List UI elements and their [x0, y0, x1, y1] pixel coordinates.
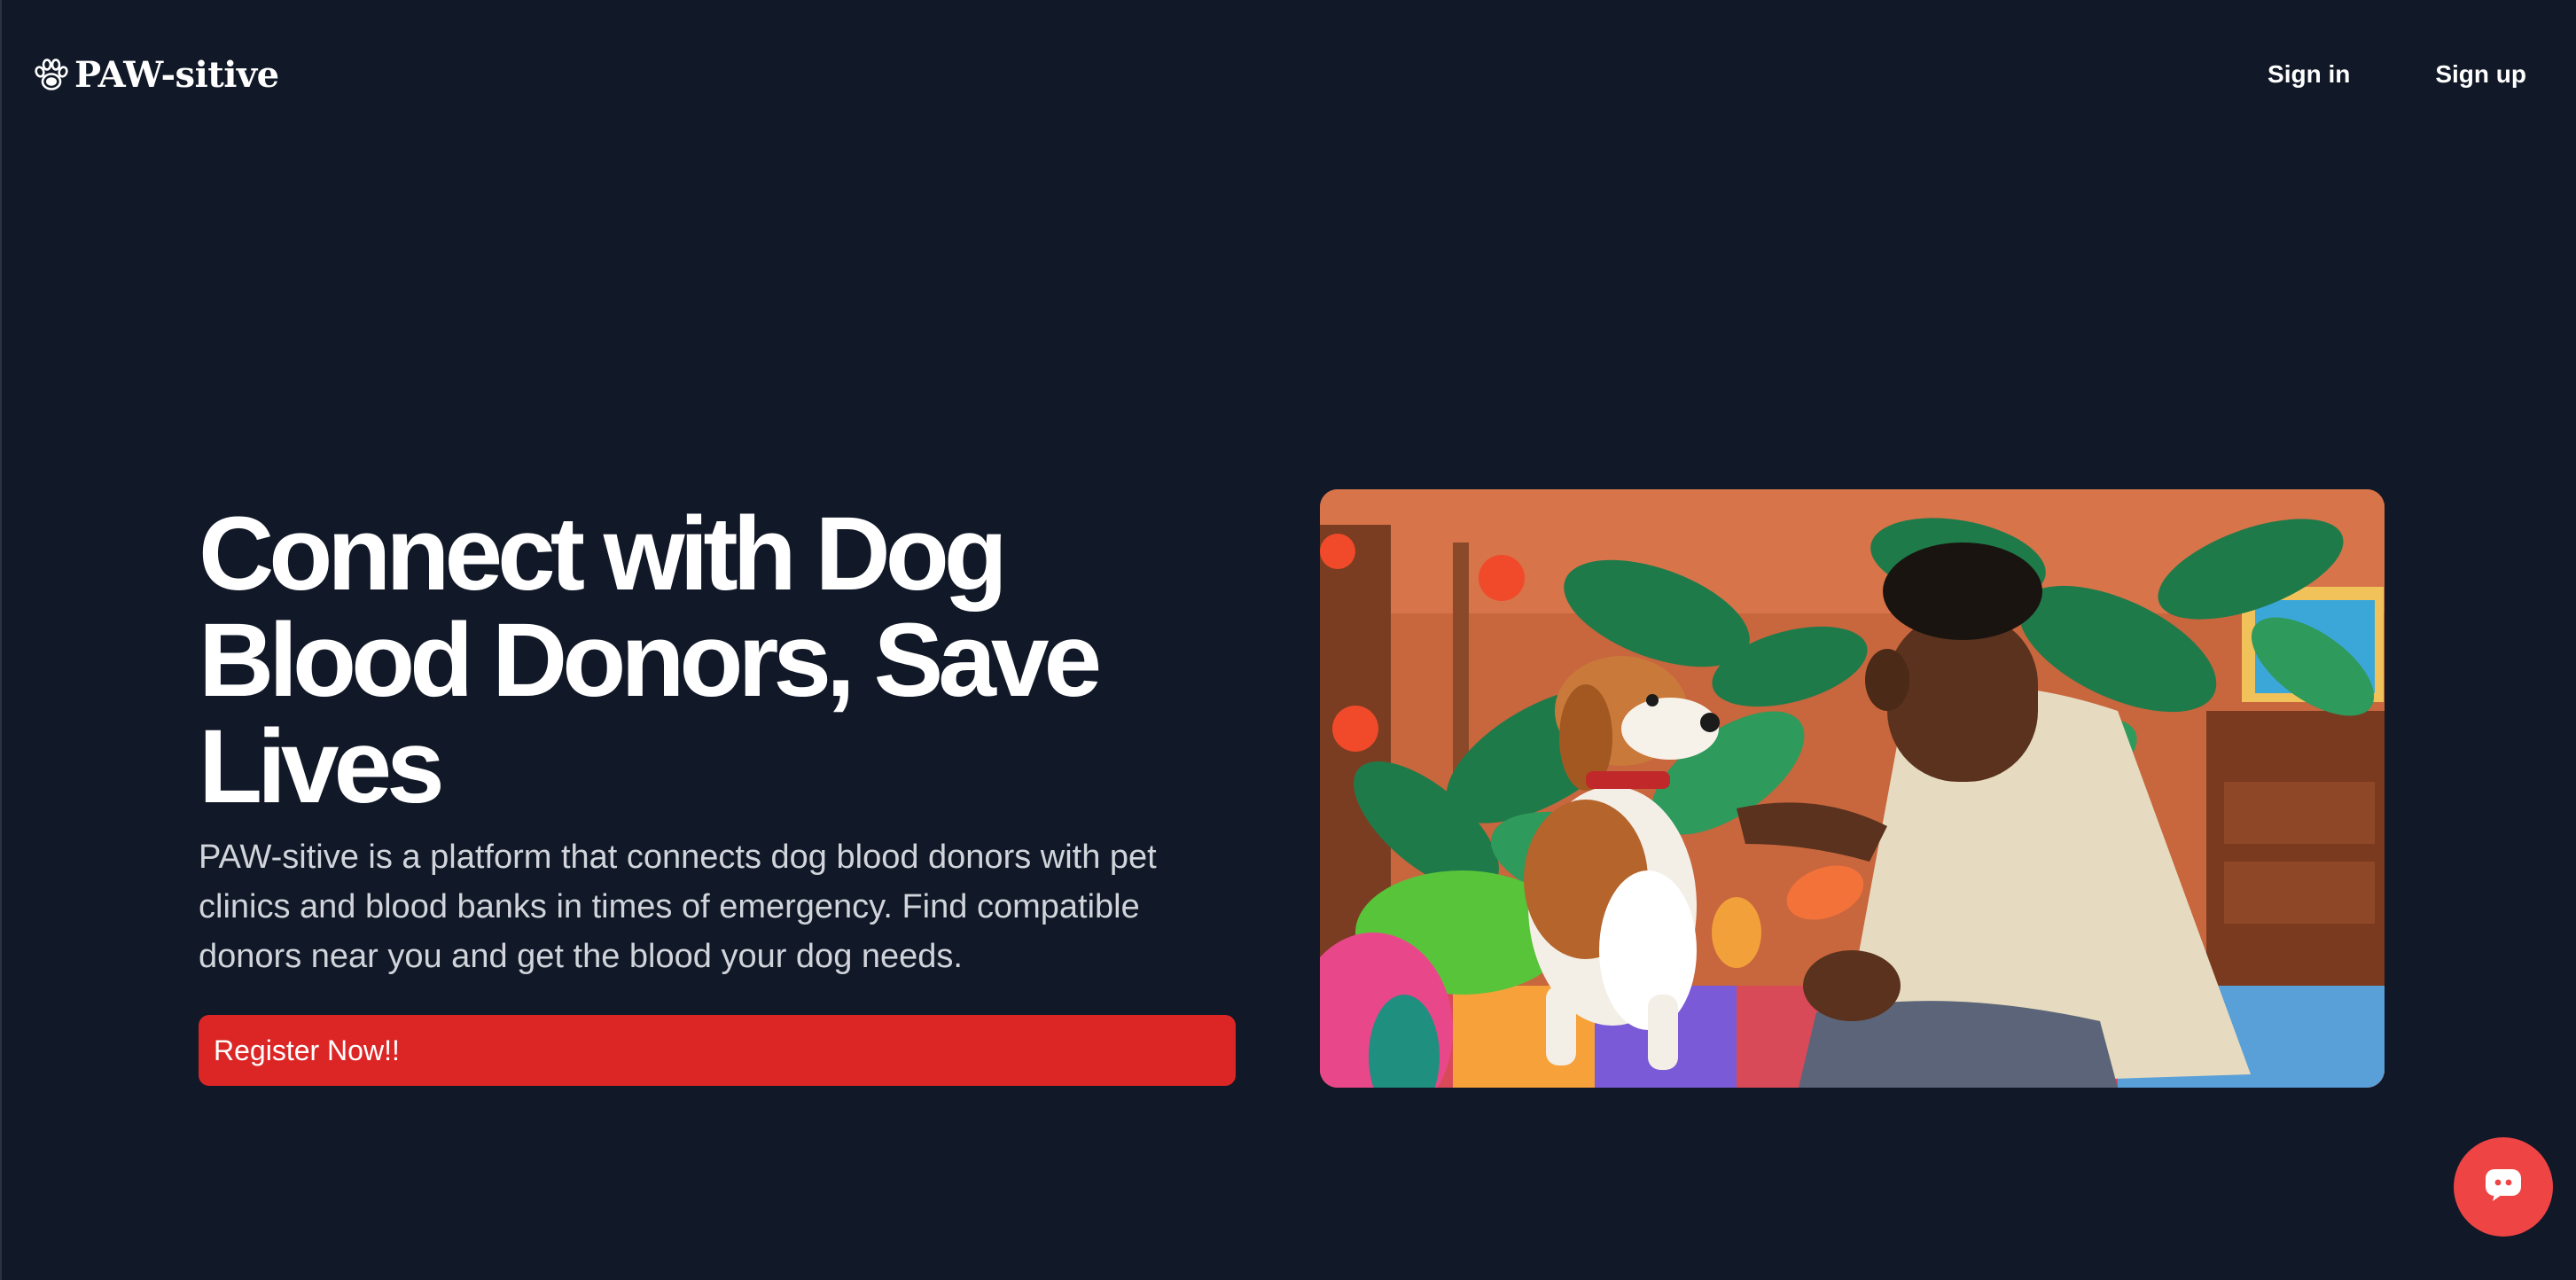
hero-text: Connect with Dog Blood Donors, Save Live… — [199, 501, 1236, 1086]
brand-name: PAW-sitive — [74, 53, 279, 96]
hero-description: PAW-sitive is a platform that connects d… — [199, 839, 1157, 975]
hero-title: Connect with Dog Blood Donors, Save Live… — [199, 496, 1102, 825]
site-header: PAW-sitive Sign in Sign up — [2, 0, 2576, 151]
sign-up-link[interactable]: Sign up — [2435, 55, 2526, 94]
sign-in-link[interactable]: Sign in — [2268, 55, 2350, 94]
dog-and-man-illustration — [1320, 489, 2385, 1088]
header-nav: Sign in Sign up — [2268, 55, 2526, 94]
register-button[interactable]: Register Now!! — [199, 1015, 1236, 1086]
brand-logo-link[interactable]: PAW-sitive — [32, 51, 279, 98]
hero-image — [1320, 489, 2385, 1088]
paw-icon — [32, 55, 71, 94]
chat-button[interactable] — [2454, 1137, 2553, 1237]
landing-page: PAW-sitive Sign in Sign up Connect with … — [0, 0, 2576, 1280]
chat-bubble-icon — [2484, 1167, 2523, 1207]
